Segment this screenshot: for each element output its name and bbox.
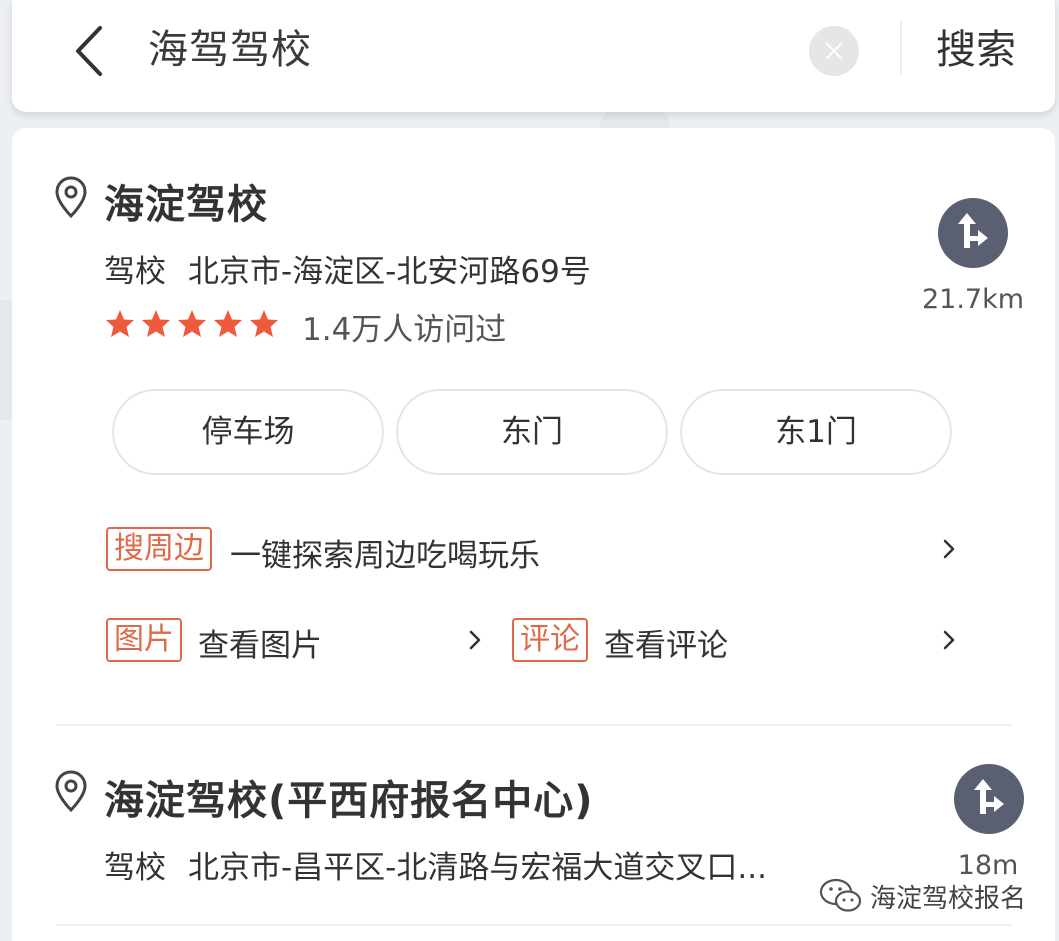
divider — [900, 20, 902, 74]
chevron-right-icon — [943, 630, 955, 650]
wechat-icon — [819, 878, 862, 912]
result-distance: 21.7km — [921, 284, 1025, 315]
search-input[interactable]: 海驾驾校 — [148, 24, 312, 76]
navigate-button[interactable] — [938, 198, 1008, 268]
result-category: 驾校 — [104, 850, 166, 886]
star-icon — [250, 310, 278, 337]
chevron-right-icon — [943, 539, 955, 559]
rating-stars — [104, 308, 284, 344]
photos-tag: 图片 — [106, 618, 182, 662]
watermark-text: 海淀驾校报名 — [870, 884, 1027, 914]
entrance-chip[interactable]: 东门 — [396, 389, 668, 475]
navigate-button[interactable] — [954, 764, 1024, 834]
route-arrow-icon — [974, 779, 1004, 814]
search-bar: 海驾驾校 搜索 — [12, 0, 1055, 112]
reviews-text: 查看评论 — [604, 628, 728, 664]
photos-text: 查看图片 — [198, 628, 322, 664]
entrance-chip[interactable]: 东1门 — [680, 389, 952, 475]
back-button[interactable] — [64, 18, 114, 84]
location-pin-icon — [55, 770, 87, 812]
location-pin-icon — [55, 176, 87, 218]
nearby-tag: 搜周边 — [106, 527, 212, 571]
star-icon — [214, 310, 242, 337]
entrance-chip[interactable]: 停车场 — [112, 389, 384, 475]
result-category: 驾校 — [104, 254, 166, 290]
search-button[interactable]: 搜索 — [936, 24, 1016, 76]
star-icon — [178, 310, 206, 337]
result-address: 北京市-海淀区-北安河路69号 — [188, 254, 591, 290]
nearby-text: 一键探索周边吃喝玩乐 — [230, 538, 540, 574]
result-distance: 18m — [957, 850, 1019, 881]
divider — [56, 724, 1012, 726]
clear-icon[interactable] — [809, 26, 859, 76]
divider — [56, 924, 1012, 926]
star-icon — [142, 310, 170, 337]
star-icon — [106, 310, 134, 337]
result-title[interactable]: 海淀驾校 — [104, 172, 268, 230]
reviews-tag: 评论 — [512, 618, 588, 662]
result-address-line: 驾校 北京市-海淀区-北安河路69号 — [104, 246, 591, 291]
visit-count: 1.4万人访问过 — [302, 312, 507, 348]
result-address: 北京市-昌平区-北清路与宏福大道交叉口... — [188, 850, 767, 886]
result-title[interactable]: 海淀驾校(平西府报名中心) — [104, 768, 594, 826]
chevron-left-icon — [76, 26, 102, 76]
route-arrow-icon — [958, 213, 988, 248]
chevron-right-icon — [469, 630, 481, 650]
result-address-line: 驾校 北京市-昌平区-北清路与宏福大道交叉口... — [104, 842, 767, 887]
